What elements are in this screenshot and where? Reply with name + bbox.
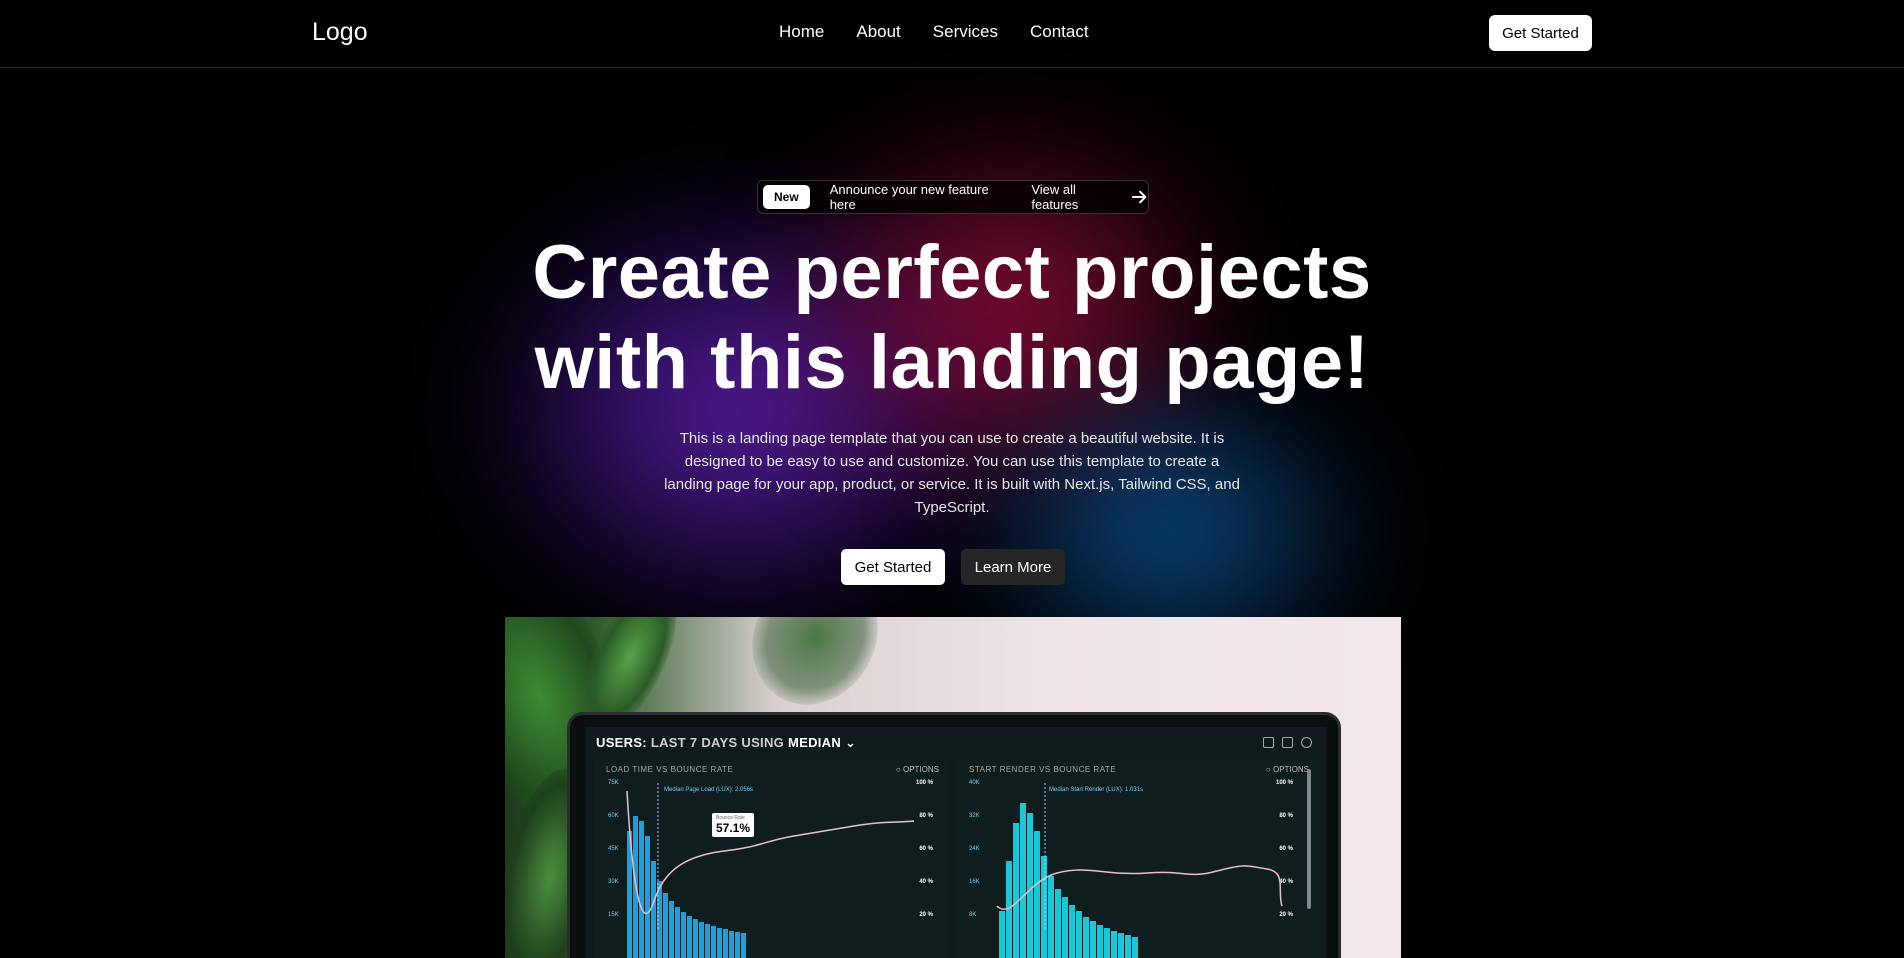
hero-headline-line1: Create perfect projects	[532, 230, 1372, 315]
arrow-right-icon	[1131, 190, 1147, 204]
load-time-panel: LOAD TIME VS BOUNCE RATE ○ OPTIONS Media…	[594, 761, 949, 958]
image-icon	[1282, 737, 1293, 748]
nav-link-about[interactable]: About	[856, 22, 900, 42]
hero-subtext: This is a landing page template that you…	[664, 430, 1240, 516]
analytics-dashboard: USERS: LAST 7 DAYS USING MEDIAN ⌄ LOAD T…	[586, 727, 1326, 958]
panel2-chart	[996, 769, 1311, 958]
dashboard-toolbar	[1263, 737, 1312, 748]
hero-get-started-button[interactable]: Get Started	[841, 549, 945, 585]
monitor-icon	[1263, 737, 1274, 748]
bounce-rate-tooltip: Bounce Rate 57.1%	[712, 813, 755, 837]
nav-link-contact[interactable]: Contact	[1030, 22, 1089, 42]
nav-links: Home About Services Contact	[779, 22, 1089, 42]
nav-get-started-button[interactable]: Get Started	[1489, 15, 1592, 51]
dashboard-title: USERS: LAST 7 DAYS USING MEDIAN ⌄	[596, 735, 857, 750]
hero-cta-row: Get Started Learn More	[841, 549, 1065, 585]
nav-link-home[interactable]: Home	[779, 22, 824, 42]
logo[interactable]: Logo	[312, 18, 368, 47]
nav-link-services[interactable]: Services	[933, 22, 998, 42]
announcement-text: Announce your new feature here	[829, 182, 989, 212]
view-all-features-label: View all features	[1031, 182, 1079, 212]
start-render-panel: START RENDER VS BOUNCE RATE ○ OPTIONS Me…	[957, 761, 1319, 958]
hero-headline-line2: with this landing page!	[534, 320, 1370, 405]
panel1-chart	[626, 783, 915, 958]
laptop-screen-photo: USERS: LAST 7 DAYS USING MEDIAN ⌄ LOAD T…	[567, 712, 1341, 958]
view-all-features-link[interactable]: View all features	[1031, 182, 1148, 212]
new-badge: New	[763, 185, 810, 209]
chevron-down-icon: ⌄	[844, 735, 857, 750]
announcement-bar: New Announce your new feature here View …	[757, 180, 1149, 214]
hero-image: USERS: LAST 7 DAYS USING MEDIAN ⌄ LOAD T…	[505, 617, 1401, 958]
help-icon	[1301, 737, 1312, 748]
hero-learn-more-button[interactable]: Learn More	[961, 549, 1065, 585]
top-navbar: Logo Home About Services Contact Get Sta…	[0, 0, 1904, 68]
hero-headline: Create perfect projects with this landin…	[452, 228, 1452, 408]
